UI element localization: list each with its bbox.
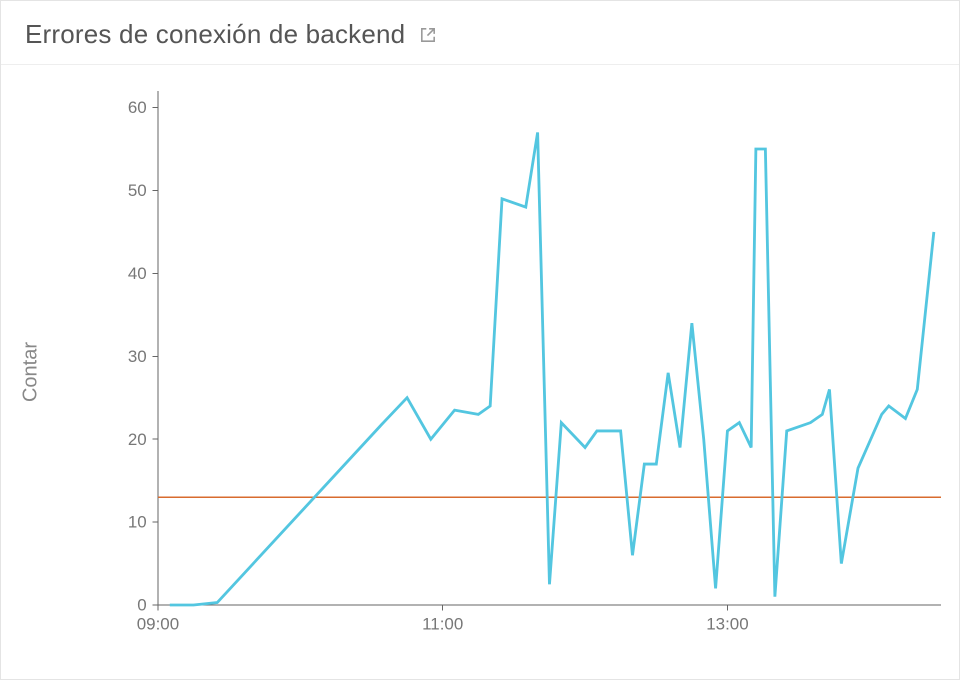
y-tick-label: 40 <box>128 264 147 283</box>
plot-region: 0 10 20 30 40 50 60 09:00 11:00 13:00 <box>109 91 941 637</box>
series-errors <box>170 132 934 605</box>
y-tick-label: 60 <box>128 98 147 117</box>
chart-svg: 0 10 20 30 40 50 60 09:00 11:00 13:00 <box>109 91 941 637</box>
x-tick-label: 11:00 <box>422 614 463 633</box>
x-tick-label: 13:00 <box>706 614 748 633</box>
open-external-icon[interactable] <box>419 26 437 44</box>
panel-title: Errores de conexión de backend <box>25 19 405 50</box>
y-tick-label: 20 <box>128 430 147 449</box>
y-axis-label: Contar <box>20 342 43 402</box>
panel-header: Errores de conexión de backend <box>1 1 959 65</box>
y-tick-label: 50 <box>128 181 147 200</box>
y-tick-label: 10 <box>128 513 147 532</box>
chart-area: Contar 0 10 20 30 40 50 60 09:00 11:00 13:00 <box>1 65 959 679</box>
chart-panel: Errores de conexión de backend Contar 0 1… <box>0 0 960 680</box>
y-tick-label: 30 <box>128 347 147 366</box>
x-tick-label: 09:00 <box>137 614 179 633</box>
y-tick-label: 0 <box>137 596 146 615</box>
